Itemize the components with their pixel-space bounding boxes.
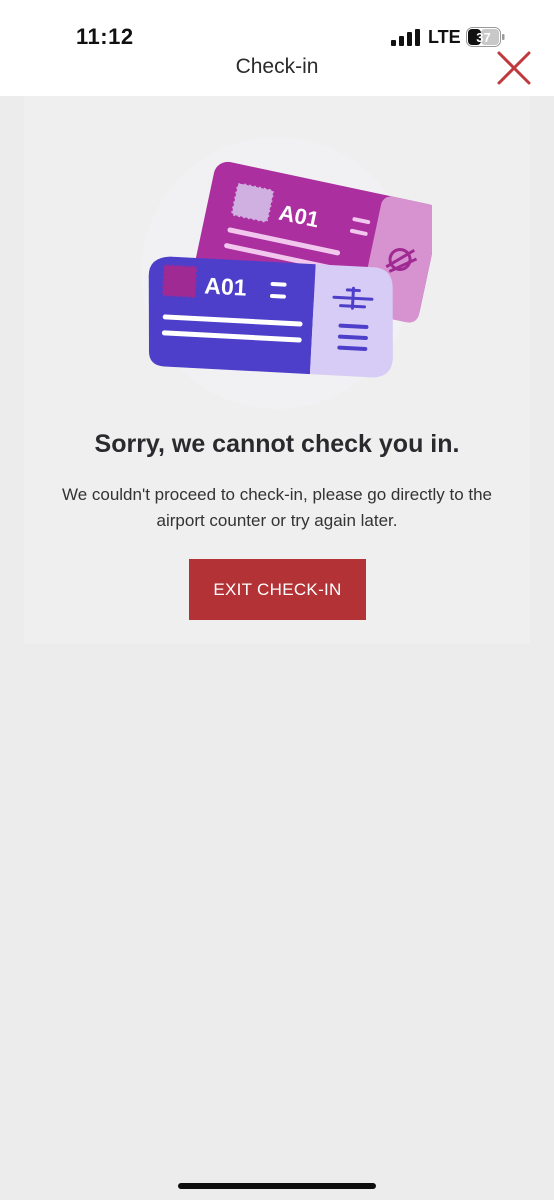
battery-icon: 37 bbox=[466, 27, 505, 47]
close-icon bbox=[497, 51, 531, 85]
status-bar: 11:12 LTE 37 bbox=[0, 0, 554, 56]
exit-check-in-button[interactable]: EXIT CHECK-IN bbox=[189, 559, 366, 620]
header: Check-in bbox=[0, 51, 554, 96]
front-ticket-label: A01 bbox=[204, 272, 248, 300]
close-button[interactable] bbox=[494, 48, 534, 88]
error-message: We couldn't proceed to check-in, please … bbox=[61, 485, 493, 530]
network-type: LTE bbox=[428, 27, 461, 47]
error-title: Sorry, we cannot check you in. bbox=[94, 430, 460, 458]
home-indicator[interactable] bbox=[178, 1183, 376, 1189]
status-time: 11:12 bbox=[76, 24, 134, 49]
page-title: Check-in bbox=[235, 55, 319, 78]
battery-level: 37 bbox=[476, 30, 490, 45]
boarding-pass-illustration: A01 A01 bbox=[141, 137, 432, 409]
error-card: A01 A01 Sorry, we cannot check you in. W… bbox=[24, 96, 530, 644]
signal-icon bbox=[391, 29, 420, 46]
